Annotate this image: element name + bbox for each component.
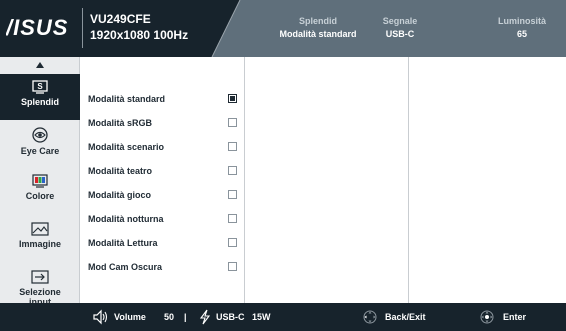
option-checkbox[interactable] <box>228 214 237 223</box>
option-checkbox[interactable] <box>228 142 237 151</box>
status-splendid: Splendid Modalità standard <box>268 16 368 39</box>
splendid-mode-list: Modalità standard Modalità sRGB Modalità… <box>80 57 244 303</box>
option-label: Modalità teatro <box>88 166 153 176</box>
footer-divider: | <box>184 312 187 322</box>
status-brightness: Luminosità 65 <box>482 16 562 39</box>
status-value: USB-C <box>385 29 415 39</box>
svg-text:/ISUS: /ISUS <box>6 15 68 40</box>
option-label: Modalità gioco <box>88 190 151 200</box>
option-checkbox[interactable] <box>228 238 237 247</box>
status-label: Luminosità <box>497 16 546 26</box>
resolution-info: 1920x1080 100Hz <box>90 28 189 42</box>
option-srgb-mode[interactable]: Modalità sRGB <box>80 116 244 134</box>
option-label: Mod Cam Oscura <box>88 262 163 272</box>
sidebar: S Splendid Eye Care Colore Immagine Sele… <box>0 57 80 325</box>
joystick-enter-icon[interactable] <box>480 310 494 324</box>
status-value: Modalità standard <box>279 29 357 39</box>
sidebar-item-label: Splendid <box>21 97 59 107</box>
splendid-icon: S <box>32 80 48 94</box>
sidebar-item-label: Selezione <box>19 287 61 297</box>
osd-menu: /ISUS VU249CFE 1920x1080 100Hz Splendid … <box>0 0 566 331</box>
option-checkbox[interactable] <box>228 118 237 127</box>
joystick-back-icon[interactable] <box>363 310 377 324</box>
option-label: Modalità scenario <box>88 142 165 152</box>
enter-label: Enter <box>503 312 527 322</box>
option-theater-mode[interactable]: Modalità teatro <box>80 164 244 182</box>
status-signal: Segnale USB-C <box>370 16 430 39</box>
option-night-mode[interactable]: Modalità notturna <box>80 212 244 230</box>
sidebar-item-label: Immagine <box>18 239 61 249</box>
option-checkbox[interactable] <box>228 262 237 271</box>
option-checkbox[interactable] <box>228 166 237 175</box>
option-checkbox[interactable] <box>228 190 237 199</box>
power-value: 15W <box>252 312 271 322</box>
sidebar-item-color[interactable]: Colore <box>0 170 80 216</box>
volume-label: Volume <box>114 312 146 322</box>
sidebar-item-splendid[interactable]: S Splendid <box>0 74 80 120</box>
option-label: Modalità Lettura <box>88 238 158 248</box>
option-scenery-mode[interactable]: Modalità scenario <box>80 140 244 158</box>
status-value: 65 <box>516 29 527 39</box>
option-darkroom-mode[interactable]: Mod Cam Oscura <box>80 260 244 278</box>
option-game-mode[interactable]: Modalità gioco <box>80 188 244 206</box>
option-label: Modalità notturna <box>88 214 164 224</box>
sidebar-item-image[interactable]: Immagine <box>0 218 80 264</box>
model-name: VU249CFE <box>90 12 151 26</box>
volume-value: 50 <box>164 312 175 322</box>
speaker-icon <box>93 309 108 325</box>
svg-text:S: S <box>37 82 43 91</box>
status-label: Splendid <box>299 16 337 26</box>
sidebar-item-label: Colore <box>25 191 55 201</box>
option-checkbox-checked[interactable] <box>228 94 237 103</box>
eye-care-icon <box>32 127 48 143</box>
scroll-up-arrow-icon[interactable] <box>36 62 44 68</box>
status-label: Segnale <box>382 16 418 26</box>
option-reading-mode[interactable]: Modalità Lettura <box>80 236 244 254</box>
sidebar-item-eye-care[interactable]: Eye Care <box>0 123 80 169</box>
image-icon <box>31 222 49 236</box>
power-delivery-icon <box>199 309 211 325</box>
column-divider <box>408 57 409 303</box>
column-divider <box>244 57 245 303</box>
input-select-icon <box>31 270 49 284</box>
color-icon <box>32 174 48 188</box>
option-standard-mode[interactable]: Modalità standard <box>80 92 244 110</box>
header-divider <box>82 8 83 48</box>
footer-bar: Volume 50 | USB-C 15W Back/Exit Enter <box>0 303 566 331</box>
option-label: Modalità sRGB <box>88 118 153 128</box>
sidebar-item-label: Eye Care <box>20 146 60 156</box>
header-bar: /ISUS VU249CFE 1920x1080 100Hz Splendid … <box>0 0 566 57</box>
option-label: Modalità standard <box>88 94 166 104</box>
asus-logo-icon: /ISUS <box>6 15 68 40</box>
back-exit-label: Back/Exit <box>385 312 426 322</box>
source-label: USB-C <box>216 312 245 322</box>
